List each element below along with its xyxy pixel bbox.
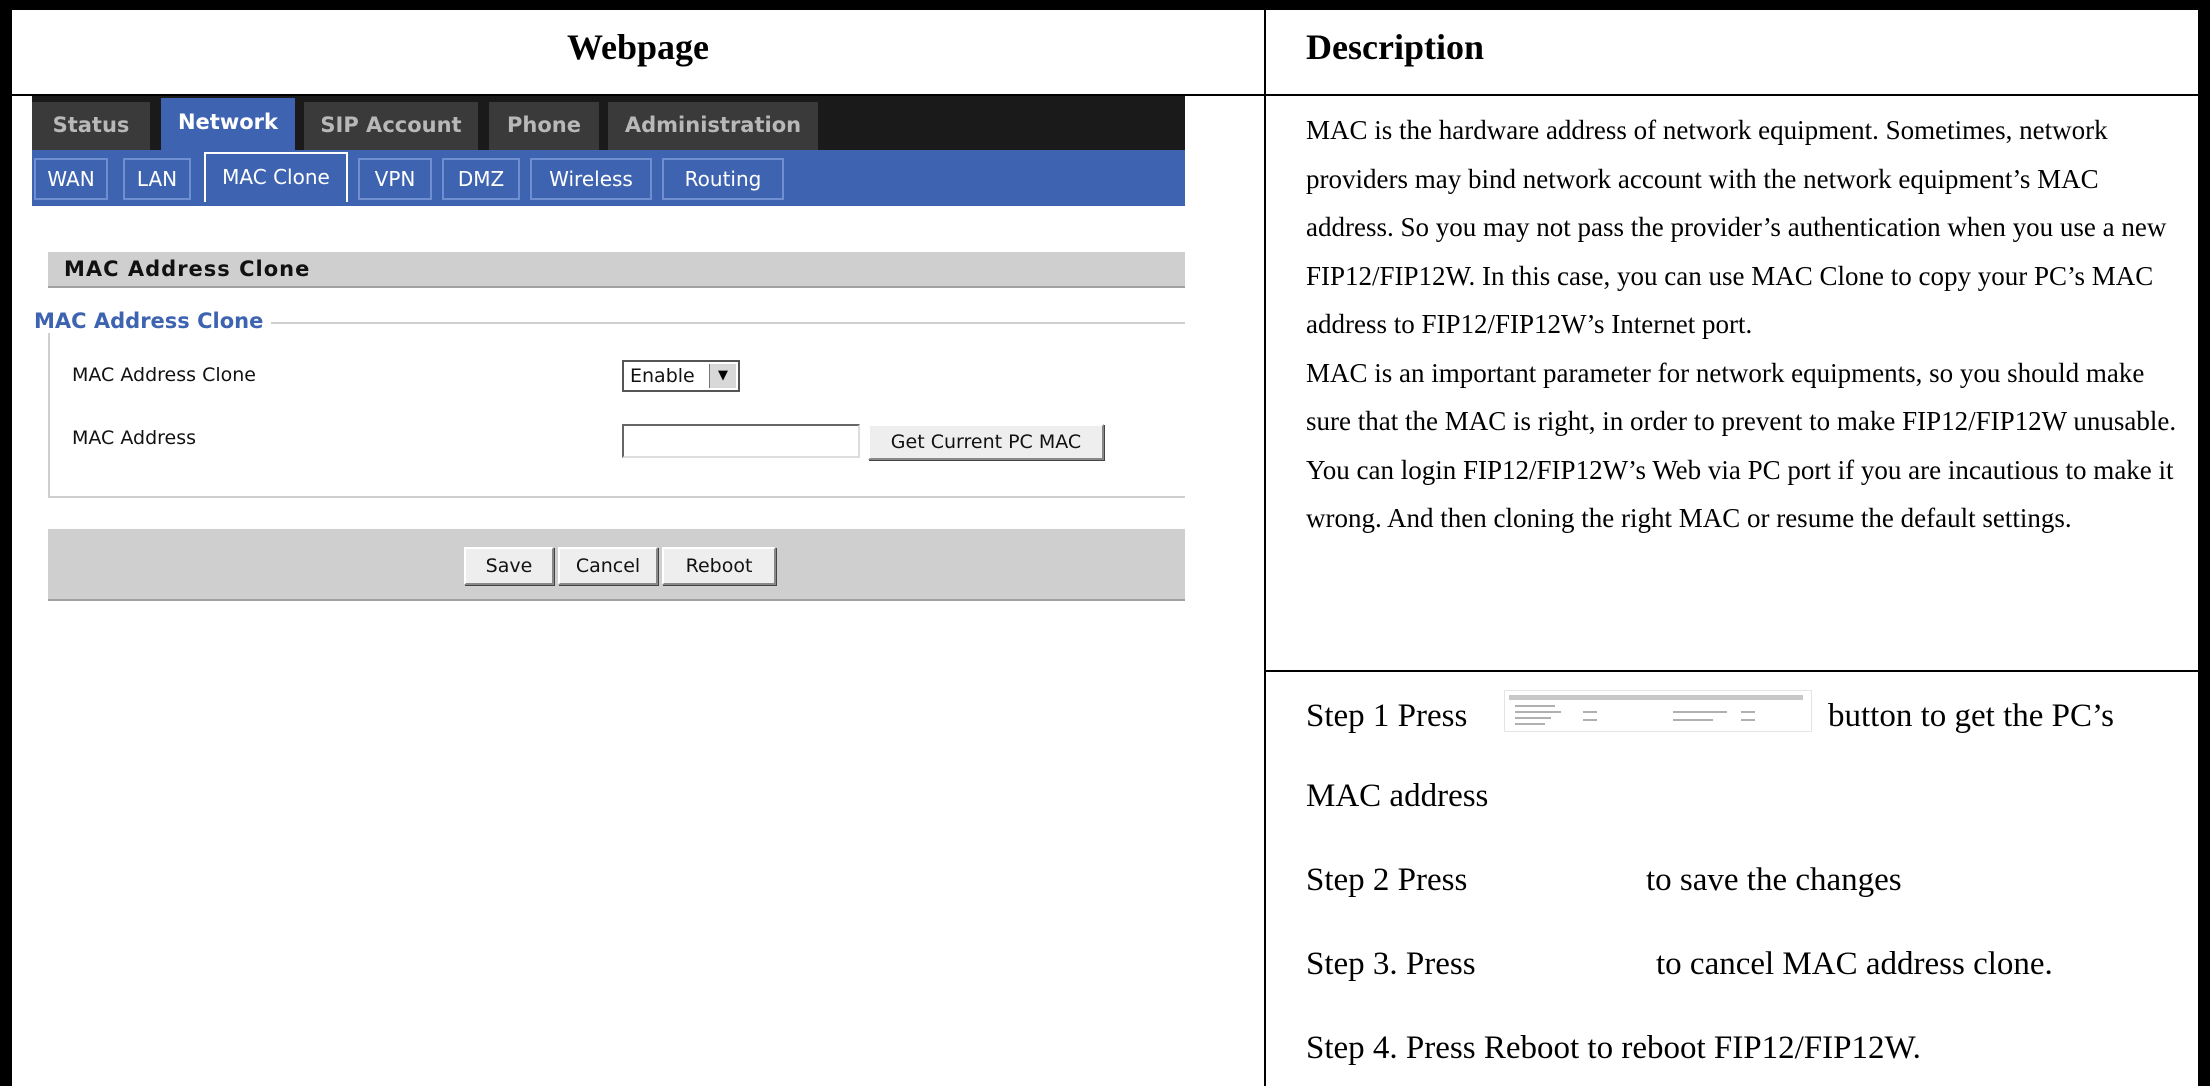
fieldset-legend: MAC Address Clone <box>34 309 272 333</box>
mac-clone-label: MAC Address Clone <box>72 364 256 386</box>
tab-sip-account[interactable]: SIP Account <box>304 102 478 150</box>
subtab-mac-clone[interactable]: MAC Clone <box>204 152 348 202</box>
description-paragraph-1: MAC is the hardware address of network e… <box>1306 115 2167 339</box>
description-text: MAC is the hardware address of network e… <box>1306 106 2186 543</box>
step-3-suffix: to cancel MAC address clone. <box>1656 946 2053 982</box>
subtab-wireless[interactable]: Wireless <box>530 158 652 200</box>
table-border-right <box>2198 0 2210 1086</box>
step-4: Step 4. Press Reboot to reboot FIP12/FIP… <box>1306 1030 1921 1066</box>
thumb-line <box>1741 711 1755 713</box>
get-current-pc-mac-button[interactable]: Get Current PC MAC <box>868 424 1104 460</box>
step-1-continued: MAC address <box>1306 778 1489 814</box>
thumb-title-bar <box>1509 695 1803 700</box>
tab-administration[interactable]: Administration <box>608 102 818 150</box>
subtab-vpn[interactable]: VPN <box>358 158 432 200</box>
description-paragraph-2: MAC is an important parameter for networ… <box>1306 357 2177 437</box>
section-title: MAC Address Clone <box>64 257 311 281</box>
subtab-dmz[interactable]: DMZ <box>442 158 520 200</box>
tab-phone[interactable]: Phone <box>489 102 599 150</box>
fieldset-frame <box>48 322 1185 498</box>
description-paragraph-3: You can login FIP12/FIP12W’s Web via PC … <box>1306 454 2174 534</box>
section-title-bar: MAC Address Clone <box>48 252 1185 288</box>
sub-nav-bar: WAN LAN MAC Clone VPN DMZ Wireless Routi… <box>32 150 1185 206</box>
thumb-line <box>1515 711 1561 713</box>
tab-status[interactable]: Status <box>32 102 150 150</box>
document-table: Webpage Description Status Network SIP A… <box>0 0 2210 1086</box>
column-header-webpage: Webpage <box>566 27 709 67</box>
step-1-suffix: button to get the PC’s <box>1828 698 2115 734</box>
step-3-prefix: Step 3. Press <box>1306 946 1476 982</box>
reboot-button[interactable]: Reboot <box>662 547 776 585</box>
router-web-ui: Status Network SIP Account Phone Adminis… <box>32 96 1185 616</box>
tab-network[interactable]: Network <box>161 98 295 150</box>
thumb-line <box>1583 719 1597 721</box>
mac-clone-select[interactable]: Enable ▼ <box>622 360 740 392</box>
mac-address-label: MAC Address <box>72 427 197 449</box>
column-header-description: Description <box>1306 27 1484 67</box>
thumb-line <box>1515 705 1555 707</box>
thumb-line <box>1515 717 1551 719</box>
step-2-prefix: Step 2 Press <box>1306 862 1468 898</box>
step-2-suffix: to save the changes <box>1646 862 1902 898</box>
description-row-divider <box>1264 670 2198 672</box>
cancel-button[interactable]: Cancel <box>558 547 658 585</box>
column-divider <box>1264 0 1266 1086</box>
main-nav-bar: Status Network SIP Account Phone Adminis… <box>32 96 1185 150</box>
subtab-routing[interactable]: Routing <box>662 158 784 200</box>
thumb-line <box>1515 723 1545 725</box>
step-1-prefix: Step 1 Press <box>1306 698 1468 734</box>
thumb-line <box>1741 719 1755 721</box>
dropdown-arrow-icon[interactable]: ▼ <box>709 364 736 388</box>
table-border-left <box>0 0 12 1086</box>
subtab-lan[interactable]: LAN <box>123 158 191 200</box>
mac-clone-select-value: Enable <box>630 365 695 387</box>
subtab-wan[interactable]: WAN <box>34 158 108 200</box>
mac-address-input[interactable] <box>622 424 860 458</box>
save-button[interactable]: Save <box>464 547 554 585</box>
step-1-inline-image <box>1504 690 1812 732</box>
thumb-line <box>1673 719 1713 721</box>
thumb-line <box>1583 711 1597 713</box>
table-border-top <box>0 0 2210 10</box>
thumb-line <box>1673 711 1727 713</box>
